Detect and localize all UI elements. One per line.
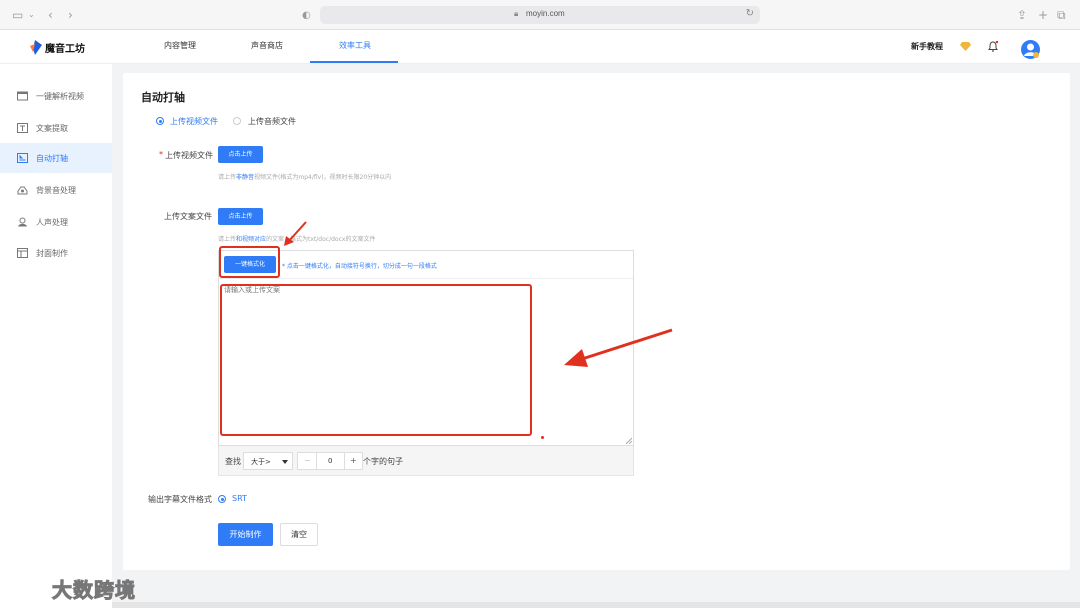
new-tab-icon[interactable]: +: [1038, 7, 1048, 23]
required-mark: *: [159, 150, 163, 159]
bottom-scrollbar[interactable]: [112, 602, 1080, 608]
browser-toolbar: ▭ ⌄ ‹ › ◐ 🔒︎ moyin.com ↻ ⇪ + ⧉: [0, 0, 1080, 30]
timeline-icon: [17, 153, 28, 163]
sidebar-item-parse-video[interactable]: 一键解析视频: [0, 81, 112, 111]
sidebar-item-vocal-processing[interactable]: 人声处理: [0, 207, 112, 237]
length-stepper: − 0 +: [297, 452, 363, 470]
lock-icon: 🔒︎: [514, 9, 519, 18]
sidebar-item-label: 自动打轴: [36, 154, 68, 163]
nav-voice-store[interactable]: 声音商店: [251, 40, 283, 51]
watermark-text: 大数跨境: [52, 578, 136, 603]
video-upload-hint: 请上传非静音视频文件(格式为mp4/flv)，视频时长限20分钟以内: [218, 174, 392, 181]
nav-efficiency-tools[interactable]: 效率工具: [339, 40, 371, 51]
video-upload-label: 上传视频文件: [165, 151, 213, 160]
annotation-box-editor: [220, 284, 532, 436]
chevron-down-icon[interactable]: ⌄: [28, 7, 35, 23]
back-icon[interactable]: ‹: [48, 7, 53, 23]
forward-icon[interactable]: ›: [68, 7, 73, 23]
radio-upload-audio[interactable]: [233, 117, 241, 125]
address-bar[interactable]: 🔒︎ moyin.com ↻: [320, 6, 760, 24]
video-icon: [17, 91, 28, 101]
stepper-value[interactable]: 0: [328, 457, 332, 465]
caret-down-icon: [282, 460, 288, 464]
comparison-select-value: 大于>: [251, 458, 271, 466]
tutorial-link[interactable]: 新手教程: [911, 41, 943, 52]
radio-upload-video-label[interactable]: 上传视频文件: [170, 116, 218, 127]
cover-image-icon: [17, 248, 28, 258]
radio-upload-video[interactable]: [156, 117, 164, 125]
app-header: 魔音工坊 内容管理 声音商店 效率工具 新手教程: [0, 30, 1080, 64]
sidebar-item-text-extract[interactable]: 文案提取: [0, 113, 112, 143]
resize-handle-icon[interactable]: [626, 438, 632, 444]
script-upload-label: 上传文案文件: [164, 212, 212, 221]
find-label: 查找: [225, 457, 241, 466]
radio-upload-audio-label[interactable]: 上传音频文件: [248, 116, 296, 127]
text-icon: [17, 123, 28, 133]
nav-content-management[interactable]: 内容管理: [164, 40, 196, 51]
comparison-select[interactable]: 大于>: [243, 452, 293, 470]
sidebar-item-label: 背景音处理: [36, 186, 76, 195]
person-voice-icon: [18, 217, 27, 227]
privacy-shield-icon[interactable]: ◐: [302, 8, 311, 24]
start-button[interactable]: 开始制作: [218, 523, 273, 546]
sidebar-item-label: 一键解析视频: [36, 92, 84, 101]
watermark-logo-icon: [9, 575, 47, 600]
sidebar-item-cover-making[interactable]: 封面制作: [0, 238, 112, 268]
sidebar-toggle-icon[interactable]: ▭: [12, 7, 23, 23]
stepper-divider: [316, 453, 317, 469]
radio-srt[interactable]: [218, 495, 226, 503]
annotation-box-format: [219, 246, 280, 278]
output-format-label: 输出字幕文件格式: [148, 495, 212, 504]
annotation-dot: [541, 436, 544, 439]
diamond-icon[interactable]: [958, 39, 972, 53]
nav-active-indicator: [310, 61, 398, 63]
reload-icon[interactable]: ↻: [746, 8, 754, 19]
annotation-arrow-icon: [564, 328, 673, 367]
sidebar-item-label: 文案提取: [36, 124, 68, 133]
audio-icon: [17, 186, 28, 195]
sidebar-item-label: 人声处理: [36, 218, 68, 227]
clear-button[interactable]: 清空: [280, 523, 318, 546]
sidebar-item-label: 封面制作: [36, 249, 68, 258]
share-icon[interactable]: ⇪: [1017, 7, 1027, 23]
stepper-minus-button[interactable]: −: [304, 456, 311, 465]
find-suffix: 个字的句子: [363, 457, 403, 466]
sidebar-item-auto-timeline[interactable]: 自动打轴: [0, 143, 112, 173]
stepper-divider: [344, 453, 345, 469]
script-upload-button[interactable]: 点击上传: [218, 208, 263, 225]
logo-text: 魔音工坊: [45, 43, 85, 55]
stepper-plus-button[interactable]: +: [350, 456, 357, 465]
bell-icon[interactable]: [986, 39, 1000, 53]
sidebar: 一键解析视频 文案提取 自动打轴 背景音处理 人声处理 封面制作: [0, 64, 112, 608]
video-upload-button[interactable]: 点击上传: [218, 146, 263, 163]
tab-overview-icon[interactable]: ⧉: [1057, 7, 1066, 23]
sidebar-item-background-audio[interactable]: 背景音处理: [0, 175, 112, 205]
avatar[interactable]: [1021, 40, 1040, 59]
logo[interactable]: 魔音工坊: [30, 39, 85, 55]
page-title: 自动打轴: [141, 91, 185, 104]
annotation-arrow-icon: [284, 221, 307, 246]
format-hint: * 点击一键格式化，自动接符号换行，切分成一句一段格式: [282, 263, 437, 270]
url-text: moyin.com: [526, 9, 565, 18]
logo-icon: [30, 39, 42, 55]
radio-srt-label[interactable]: SRT: [232, 494, 247, 503]
